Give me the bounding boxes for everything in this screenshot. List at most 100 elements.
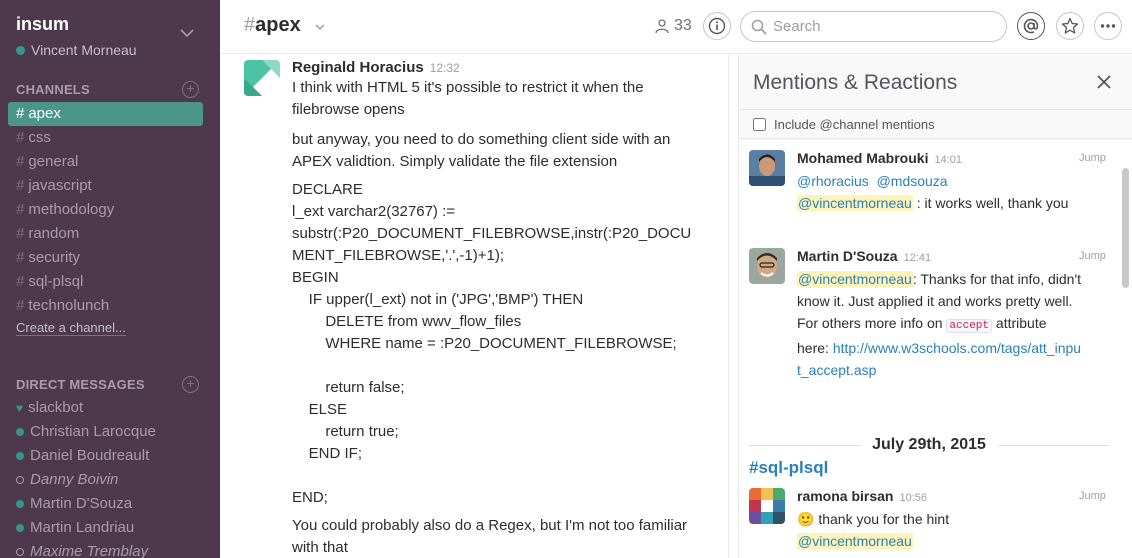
mention-text: @rhoracius @mdsouza @vincentmorneau : it… <box>797 170 1087 214</box>
sender-name: Mohamed Mabrouki <box>797 150 929 166</box>
code-line: DELETE from wwv_flow_files <box>292 313 522 330</box>
search-input[interactable] <box>773 18 993 35</box>
presence-icon <box>16 500 24 508</box>
channels-title[interactable]: CHANNELS <box>16 82 90 97</box>
starred-button[interactable] <box>1056 12 1084 40</box>
message-pane: Reginald Horacius 12:32 I think with HTML… <box>220 55 728 558</box>
self-mention[interactable]: @vincentmorneau <box>797 533 913 549</box>
avatar[interactable] <box>244 60 280 96</box>
message-timestamp[interactable]: 12:41 <box>904 252 932 264</box>
avatar[interactable] <box>749 488 785 524</box>
sidebar-item-random[interactable]: # random <box>8 222 203 246</box>
code-line: WHERE name = :P20_DOCUMENT_FILEBROWSE; <box>292 335 677 352</box>
code-line: return true; <box>292 423 399 440</box>
mention-sender[interactable]: ramona birsan 10:56 <box>797 488 927 504</box>
dm-item-christian-larocque[interactable]: Christian Larocque <box>8 420 203 444</box>
more-button[interactable] <box>1094 12 1122 40</box>
sidebar-item-methodology[interactable]: # methodology <box>8 198 203 222</box>
panel-scrollbar[interactable] <box>1122 168 1129 288</box>
panel-options: Include @channel mentions <box>739 109 1132 139</box>
external-link[interactable]: http://www.w3schools.com/tags/att_input_… <box>797 340 1081 378</box>
user-mention[interactable]: @mdsouza <box>877 173 948 189</box>
user-avatar-icon <box>244 60 280 96</box>
channel-link[interactable]: #sql-plsql <box>749 458 828 478</box>
date-divider: July 29th, 2015 <box>749 435 1109 455</box>
channel-info-button[interactable] <box>703 12 731 40</box>
mention-text: 🙂 thank you for the hint @vincentmorneau <box>797 508 1087 552</box>
text-segment: : it works well, thank you <box>912 195 1069 211</box>
hash-icon: # <box>16 249 25 266</box>
code-line: END IF; <box>292 445 363 462</box>
sidebar-item-css[interactable]: # css <box>8 126 203 150</box>
message-timestamp[interactable]: 10:56 <box>899 492 927 504</box>
dm-item-maxime-tremblay[interactable]: Maxime Tremblay <box>8 540 203 558</box>
channel-label: apex <box>28 105 61 122</box>
presence-icon <box>16 45 25 55</box>
user-mention[interactable]: @rhoracius <box>797 173 869 189</box>
avatar[interactable] <box>749 248 785 284</box>
jump-link[interactable]: Jump <box>1079 250 1106 262</box>
jump-link[interactable]: Jump <box>1079 152 1106 164</box>
dm-label: slackbot <box>28 399 84 416</box>
code-line: ELSE <box>292 401 348 418</box>
dm-item-daniel-boudreault[interactable]: Daniel Boudreault <box>8 444 203 468</box>
self-mention[interactable]: @vincentmorneau <box>797 195 913 211</box>
add-channel-icon[interactable]: + <box>182 81 199 98</box>
sidebar-item-security[interactable]: # security <box>8 246 203 270</box>
search-icon <box>751 19 767 35</box>
add-dm-icon[interactable]: + <box>182 376 199 393</box>
message-timestamp[interactable]: 12:32 <box>430 61 460 75</box>
chevron-down-icon[interactable] <box>315 22 325 32</box>
dm-label: Daniel Boudreault <box>30 447 150 464</box>
dm-title[interactable]: DIRECT MESSAGES <box>16 377 145 392</box>
chevron-down-icon[interactable] <box>180 26 194 40</box>
team-name[interactable]: insum <box>16 14 69 35</box>
mention-sender[interactable]: Mohamed Mabrouki 14:01 <box>797 150 962 166</box>
sidebar-item-general[interactable]: # general <box>8 150 203 174</box>
sidebar-item-technolunch[interactable]: # technolunch <box>8 294 203 318</box>
heart-icon: ♥ <box>16 401 24 415</box>
channel-header: #apex 33 <box>220 0 1132 54</box>
channel-label: sql-plsql <box>28 273 84 290</box>
close-icon[interactable] <box>1095 73 1113 91</box>
search-box[interactable] <box>740 11 1007 42</box>
mention-sender[interactable]: Martin D'Souza 12:41 <box>797 248 931 264</box>
message-sender[interactable]: Reginald Horacius 12:32 <box>292 59 460 76</box>
mention-text: @vincentmorneau: Thanks for that info, d… <box>797 268 1082 381</box>
current-user[interactable]: Vincent Morneau <box>16 42 137 58</box>
date-label: July 29th, 2015 <box>872 436 986 453</box>
divider-line <box>749 444 861 446</box>
sidebar-item-apex[interactable]: # apex <box>8 102 203 126</box>
panel-title: Mentions & Reactions <box>753 71 958 94</box>
hash-icon: # <box>16 201 25 218</box>
hash-icon: # <box>16 105 25 122</box>
create-channel-link[interactable]: Create a channel... <box>16 321 126 336</box>
member-count[interactable]: 33 <box>654 17 692 35</box>
channel-label: methodology <box>28 201 115 218</box>
current-user-name: Vincent Morneau <box>31 42 137 58</box>
smile-emoji-icon: 🙂 <box>797 511 815 527</box>
hash-icon: # <box>16 153 25 170</box>
dm-item-danny-boivin[interactable]: Danny Boivin <box>8 468 203 492</box>
message-timestamp[interactable]: 14:01 <box>934 154 962 166</box>
channel-label: random <box>28 225 80 242</box>
jump-link[interactable]: Jump <box>1079 490 1106 502</box>
mentions-button[interactable] <box>1017 12 1045 40</box>
include-channel-checkbox[interactable] <box>753 117 766 131</box>
dm-item-martin-landriau[interactable]: Martin Landriau <box>8 516 203 540</box>
sidebar-item-javascript[interactable]: # javascript <box>8 174 203 198</box>
self-mention[interactable]: @vincentmorneau <box>797 271 913 287</box>
code-line: return false; <box>292 379 405 396</box>
dm-item-slackbot[interactable]: ♥ slackbot <box>8 396 203 420</box>
message-text: I think with HTML 5 it's possible to res… <box>292 79 644 118</box>
hash-icon: # <box>16 129 25 146</box>
dm-item-martin-dsouza[interactable]: Martin D'Souza <box>8 492 203 516</box>
channel-title[interactable]: #apex <box>244 14 301 37</box>
dm-label: Christian Larocque <box>30 423 156 440</box>
code-line: IF upper(l_ext) not in ('JPG','BMP') THE… <box>292 291 584 308</box>
sender-name: Reginald Horacius <box>292 59 424 76</box>
code-line: BEGIN <box>292 269 339 286</box>
avatar[interactable] <box>749 150 785 186</box>
sidebar-item-sql-plsql[interactable]: # sql-plsql <box>8 270 203 294</box>
user-avatar-icon <box>749 248 785 284</box>
